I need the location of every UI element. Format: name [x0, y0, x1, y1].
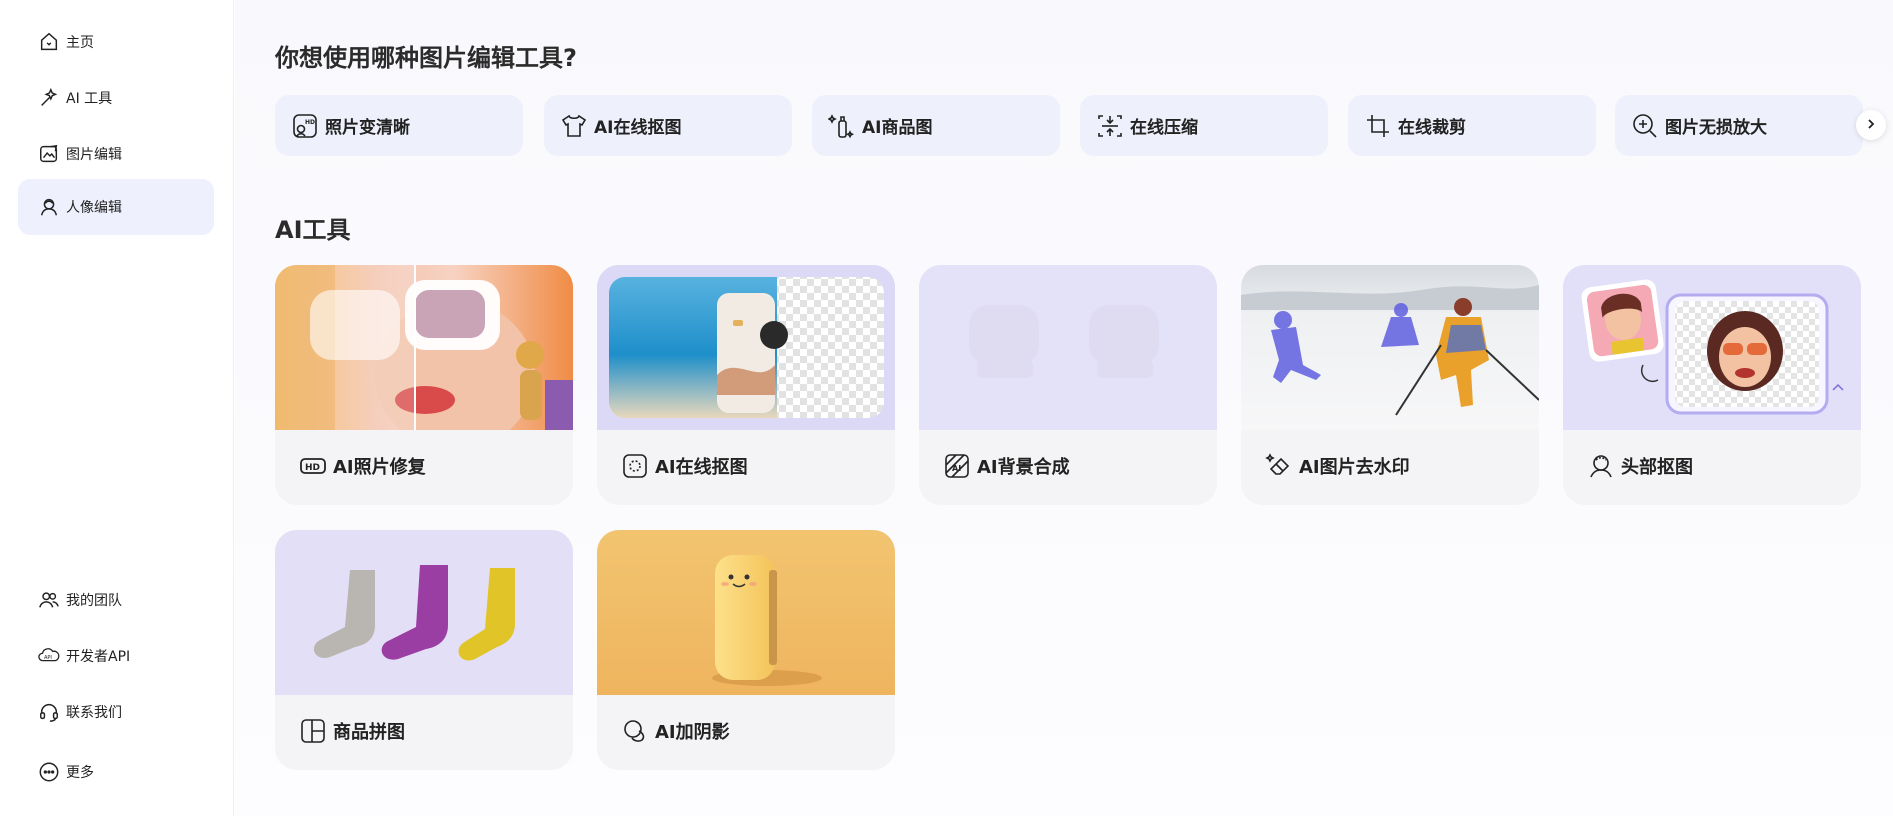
- magic-wand-icon: [38, 87, 60, 109]
- sidebar-item-label: 图片编辑: [66, 147, 122, 163]
- quick-tool-compress[interactable]: 在线压缩: [1080, 95, 1328, 156]
- card-label: 头部抠图: [1587, 451, 1693, 481]
- card-thumbnail: [1241, 265, 1539, 430]
- svg-text:AI: AI: [952, 464, 961, 473]
- card-title: AI加阴影: [655, 722, 730, 743]
- tool-card-ai-cutout[interactable]: AI在线抠图: [597, 265, 895, 505]
- tool-card-ai-background[interactable]: AI AI背景合成: [919, 265, 1217, 505]
- card-title: AI图片去水印: [1299, 457, 1410, 478]
- quick-tool-label: 照片变清晰: [325, 118, 410, 138]
- quick-tool-upscale[interactable]: 图片无损放大: [1615, 95, 1863, 156]
- card-label: 商品拼图: [299, 716, 405, 746]
- card-title: AI照片修复: [333, 457, 426, 478]
- quick-tool-label: 在线压缩: [1130, 118, 1198, 138]
- tool-card-head-cutout[interactable]: 头部抠图: [1563, 265, 1861, 505]
- card-label: HD AI照片修复: [299, 451, 426, 481]
- card-thumbnail: [275, 530, 573, 695]
- chevron-right-icon: [1864, 116, 1878, 135]
- card-title: 商品拼图: [333, 722, 405, 743]
- compress-icon: [1096, 112, 1124, 140]
- section-title: AI工具: [275, 216, 351, 244]
- card-thumbnail: [597, 265, 895, 430]
- quick-tool-ai-cutout[interactable]: AI在线抠图: [544, 95, 792, 156]
- card-thumbnail: [1563, 265, 1861, 430]
- svg-text:HD: HD: [305, 119, 315, 126]
- portrait-icon: [38, 196, 60, 218]
- sidebar-item-ai-tools[interactable]: AI 工具: [18, 70, 214, 126]
- card-thumbnail: [919, 265, 1217, 430]
- quick-tool-label: 图片无损放大: [1665, 118, 1767, 138]
- tshirt-icon: [560, 112, 588, 140]
- sidebar: 主页 AI 工具 图片编辑 人像编辑 我的团队 API 开发者API 联系我们 …: [0, 0, 234, 816]
- collage-icon: [299, 717, 327, 745]
- tool-card-product-collage[interactable]: 商品拼图: [275, 530, 573, 770]
- shadow-icon: [621, 717, 649, 745]
- card-title: 头部抠图: [1621, 457, 1693, 478]
- sidebar-item-label: 我的团队: [66, 593, 122, 609]
- sidebar-item-label: 开发者API: [66, 649, 131, 665]
- hd-badge-icon: HD: [299, 452, 327, 480]
- scroll-next-button[interactable]: [1856, 110, 1886, 140]
- card-thumbnail: [275, 265, 573, 430]
- quick-tool-sharpen[interactable]: HD 照片变清晰: [275, 95, 523, 156]
- sidebar-item-home[interactable]: 主页: [18, 14, 214, 70]
- sidebar-item-more[interactable]: 更多: [18, 744, 214, 800]
- team-icon: [38, 589, 60, 611]
- sidebar-item-label: 主页: [66, 35, 94, 51]
- crop-icon: [1364, 112, 1392, 140]
- sidebar-item-image-edit[interactable]: 图片编辑: [18, 126, 214, 182]
- sidebar-item-label: 人像编辑: [66, 200, 122, 216]
- image-edit-icon: [38, 143, 60, 165]
- home-icon: [38, 31, 60, 53]
- quick-tool-ai-product[interactable]: AI商品图: [812, 95, 1060, 156]
- card-title: AI背景合成: [977, 457, 1070, 478]
- quick-tool-label: 在线裁剪: [1398, 118, 1466, 138]
- sidebar-item-label: AI 工具: [66, 91, 113, 107]
- zoom-in-icon: [1631, 112, 1659, 140]
- sidebar-item-label: 更多: [66, 765, 94, 781]
- sidebar-item-team[interactable]: 我的团队: [18, 572, 214, 628]
- hd-photo-icon: HD: [291, 112, 319, 140]
- card-label: AI AI背景合成: [943, 451, 1070, 481]
- quick-tool-crop[interactable]: 在线裁剪: [1348, 95, 1596, 156]
- svg-text:API: API: [44, 655, 52, 661]
- bottle-sparkle-icon: [828, 112, 856, 140]
- sidebar-item-contact[interactable]: 联系我们: [18, 684, 214, 740]
- sidebar-item-developer-api[interactable]: API 开发者API: [18, 628, 214, 684]
- page-title: 你想使用哪种图片编辑工具?: [275, 44, 577, 72]
- quick-tool-label: AI在线抠图: [594, 118, 682, 138]
- head-cutout-icon: [1587, 452, 1615, 480]
- sidebar-item-portrait-edit[interactable]: 人像编辑: [18, 179, 214, 235]
- tool-card-watermark-removal[interactable]: AI图片去水印: [1241, 265, 1539, 505]
- card-label: AI加阴影: [621, 716, 730, 746]
- card-title: AI在线抠图: [655, 457, 748, 478]
- quick-tool-label: AI商品图: [862, 118, 933, 138]
- headset-icon: [38, 701, 60, 723]
- sidebar-item-label: 联系我们: [66, 705, 122, 721]
- tool-card-photo-restore[interactable]: HD AI照片修复: [275, 265, 573, 505]
- card-label: AI在线抠图: [621, 451, 748, 481]
- more-icon: [38, 761, 60, 783]
- card-thumbnail: [597, 530, 895, 695]
- cutout-icon: [621, 452, 649, 480]
- eraser-sparkle-icon: [1265, 452, 1293, 480]
- svg-text:HD: HD: [305, 463, 320, 473]
- card-label: AI图片去水印: [1265, 451, 1410, 481]
- api-icon: API: [38, 645, 60, 667]
- tool-card-ai-shadow[interactable]: AI加阴影: [597, 530, 895, 770]
- ai-background-icon: AI: [943, 452, 971, 480]
